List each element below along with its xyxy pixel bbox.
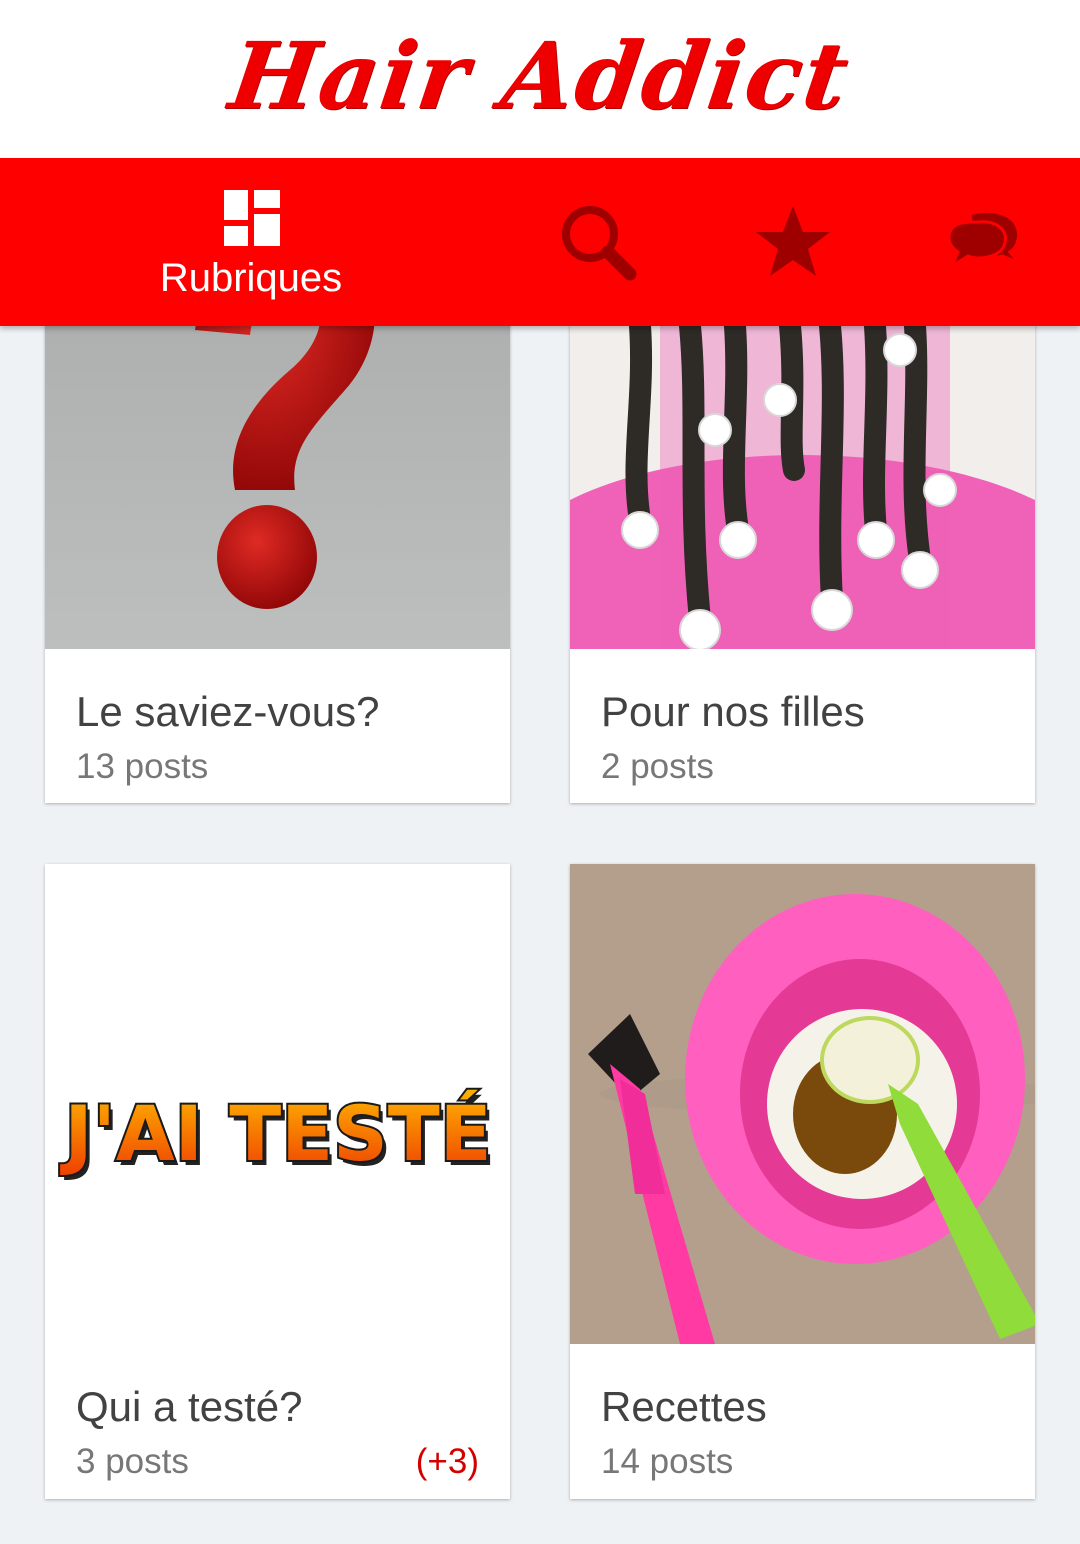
tab-bar: Rubriques [0, 158, 1080, 326]
category-title: Recettes [601, 1383, 767, 1430]
tab-chat[interactable] [940, 200, 1030, 290]
chat-icon [947, 209, 1023, 270]
tab-favorites[interactable] [748, 196, 838, 286]
jai-teste-image: J'AI TESTÉ J'AI TESTÉ [45, 864, 510, 1344]
category-post-count: 2 posts [601, 747, 714, 786]
category-card-recettes[interactable]: Recettes 14 posts [570, 864, 1035, 1499]
category-title: Qui a testé? [76, 1383, 303, 1430]
app-header: Hair Addict [0, 0, 1080, 158]
category-post-count: 3 posts [76, 1442, 189, 1481]
svg-text:J'AI TESTÉ: J'AI TESTÉ [59, 1089, 491, 1178]
search-icon [562, 206, 637, 281]
category-post-count: 13 posts [76, 747, 209, 786]
tab-rubriques-label: Rubriques [159, 256, 343, 300]
category-post-count: 14 posts [601, 1442, 734, 1481]
category-title: Le saviez-vous? [76, 688, 380, 735]
category-card-qui-a-teste[interactable]: J'AI TESTÉ J'AI TESTÉ Qui a testé? 3 pos… [45, 864, 510, 1499]
star-icon [756, 206, 830, 276]
tab-search[interactable] [556, 198, 646, 288]
tab-rubriques[interactable]: Rubriques [120, 158, 382, 326]
dashboard-icon [224, 190, 280, 246]
app-logo: Hair Addict [223, 22, 857, 130]
category-title: Pour nos filles [601, 688, 865, 735]
hair-mask-bowl-image [570, 864, 1035, 1344]
new-posts-badge: (+3) [415, 1442, 479, 1481]
